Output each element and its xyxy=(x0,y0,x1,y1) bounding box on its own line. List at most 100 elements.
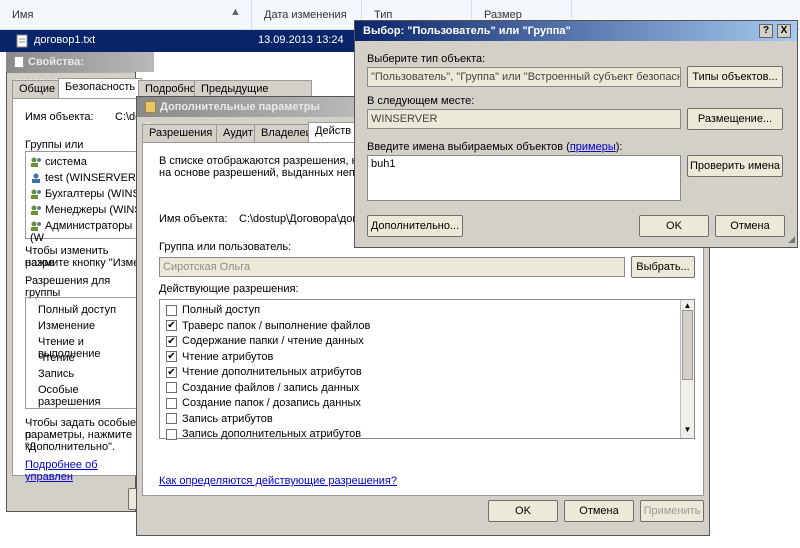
tab-effective[interactable]: Действ xyxy=(308,122,359,142)
effective-permission-row: Создание папок / дозапись данных xyxy=(166,397,361,409)
properties-titlebar-ext[interactable]: Свойства: договор1.txt xyxy=(6,52,154,88)
location-label: В следующем месте: xyxy=(367,95,475,107)
adv-apply-button[interactable]: Применить xyxy=(640,500,704,522)
properties-security-panel: Имя объекта: C:\do Группы или пользовате… xyxy=(12,98,143,483)
help-effective-link[interactable]: Как определяются действующие разрешения? xyxy=(159,475,397,487)
close-icon[interactable]: X xyxy=(777,24,791,38)
users-icon xyxy=(30,157,42,168)
file-date: 13.09.2013 13:24 xyxy=(258,34,344,46)
help-icon[interactable]: ? xyxy=(759,24,773,38)
effective-permission-row: Запись дополнительных атрибутов xyxy=(166,428,361,440)
adv-cancel-button[interactable]: Отмена xyxy=(564,500,634,522)
object-types-button[interactable]: Типы объектов... xyxy=(687,66,783,88)
perm-item: Запись xyxy=(38,368,75,380)
permission-checkbox xyxy=(166,428,177,440)
select-user-button[interactable]: Выбрать... xyxy=(631,256,695,278)
select-user-dialog: Выбор: "Пользователь" или "Группа" ? X В… xyxy=(354,20,798,248)
permission-checkbox: ✔ xyxy=(166,366,177,378)
perms-list: Полный доступ Изменение Чтение и выполне… xyxy=(25,297,143,409)
info-line-1: В списке отображаются разрешения, кот xyxy=(159,155,368,167)
permission-label: Запись атрибутов xyxy=(182,412,273,425)
more-info-link[interactable]: Подробнее об управлен xyxy=(25,459,140,483)
resize-grip-icon[interactable]: ◢ xyxy=(788,234,795,245)
change-hint-2: нажмите кнопку "Изме xyxy=(25,257,140,269)
effective-label: Действующие разрешения: xyxy=(159,283,299,295)
names-label: Введите имена выбираемых объектов (приме… xyxy=(367,141,623,153)
user-icon xyxy=(30,173,42,184)
users-icon xyxy=(30,221,42,232)
effective-permissions-list: Полный доступ ✔ Траверс папок / выполнение… xyxy=(159,299,695,440)
effective-permission-row: ✔ Траверс папок / выполнение файлов xyxy=(166,320,370,332)
permission-label: Создание папок / дозапись данных xyxy=(182,397,361,409)
examples-link[interactable]: примеры xyxy=(570,141,616,153)
permission-checkbox xyxy=(166,382,177,394)
advanced-titlebar[interactable]: Дополнительные параметры безопа xyxy=(137,97,357,133)
permission-label: Чтение дополнительных атрибутов xyxy=(182,366,362,378)
permission-label: Траверс папок / выполнение файлов xyxy=(182,319,371,332)
effective-permission-row: ✔ Содержание папки / чтение данных xyxy=(166,335,364,347)
permissions-scrollbar[interactable]: ▲ ▼ xyxy=(680,300,694,438)
permission-checkbox: ✔ xyxy=(166,335,177,347)
perms-label: Разрешения для группы xyxy=(25,275,111,299)
group-input: Сиротская Ольга xyxy=(159,257,625,277)
column-date[interactable]: Дата изменения xyxy=(252,0,362,30)
file-row-selected[interactable]: договор1.txt 13.09.2013 13:24 xyxy=(0,30,360,52)
permission-label: Полный доступ xyxy=(182,304,261,316)
user-item[interactable]: Менеджеры (WINS xyxy=(30,204,142,216)
scroll-thumb[interactable] xyxy=(682,310,693,380)
perm-item: Изменение xyxy=(38,320,96,332)
column-name[interactable]: Имя xyxy=(0,0,252,30)
object-label: Имя объекта: xyxy=(25,111,94,123)
adv-ok-button[interactable]: OK xyxy=(488,500,558,522)
user-item[interactable]: test (WINSERVER\ xyxy=(30,172,139,184)
folder-icon xyxy=(145,101,156,114)
advanced-button[interactable]: Дополнительно... xyxy=(367,215,463,237)
perm-item: Чтение xyxy=(38,352,75,364)
info-line-2: на основе разрешений, выданных непоср xyxy=(159,167,373,179)
object-names-input[interactable] xyxy=(367,155,681,201)
effective-permission-row: Полный доступ xyxy=(166,304,260,316)
locations-button[interactable]: Размещение... xyxy=(687,108,783,130)
permission-checkbox xyxy=(166,304,177,316)
special-hint-3: "Дополнительно". xyxy=(25,441,116,453)
users-icon xyxy=(30,205,42,216)
effective-permission-row: ✔ Чтение дополнительных атрибутов xyxy=(166,366,362,378)
permission-checkbox: ✔ xyxy=(166,351,177,363)
user-item[interactable]: система xyxy=(30,156,87,168)
tab-general[interactable]: Общие xyxy=(12,80,63,98)
object-type-field: "Пользователь", "Группа" или "Встроенный… xyxy=(367,67,681,87)
file-icon xyxy=(16,34,28,51)
perm-item: Особые разрешения xyxy=(38,384,101,408)
select-title: Выбор: "Пользователь" или "Группа" xyxy=(363,25,571,37)
permission-checkbox: ✔ xyxy=(166,320,177,332)
effective-permission-row: Запись атрибутов xyxy=(166,413,273,425)
users-icon xyxy=(30,189,42,200)
permission-label: Создание файлов / запись данных xyxy=(182,381,360,394)
check-names-button[interactable]: Проверить имена xyxy=(687,155,783,177)
tab-permissions[interactable]: Разрешения xyxy=(142,124,220,142)
file-name: договор1.txt xyxy=(34,34,96,46)
users-list[interactable]: система test (WINSERVER\ Бухгалтеры (WIN… xyxy=(25,151,143,244)
permission-checkbox xyxy=(166,413,177,425)
file-icon xyxy=(14,56,24,69)
permission-label: Содержание папки / чтение данных xyxy=(182,335,364,347)
tab-security[interactable]: Безопасность xyxy=(58,78,143,98)
user-item[interactable]: Бухгалтеры (WINS xyxy=(30,188,140,200)
sort-arrow-icon: ▲ xyxy=(230,6,241,18)
adv-object-label: Имя объекта: xyxy=(159,213,228,225)
adv-object-value: C:\dostup\Договора\дог xyxy=(239,213,357,225)
type-label: Выберите тип объекта: xyxy=(367,53,486,65)
select-titlebar[interactable]: Выбор: "Пользователь" или "Группа" ? X xyxy=(355,21,797,41)
location-field: WINSERVER xyxy=(367,109,681,129)
effective-permission-row: Создание файлов / запись данных xyxy=(166,382,359,394)
user-item[interactable]: Администраторы (W xyxy=(30,220,143,244)
permission-label: Запись дополнительных атрибутов xyxy=(182,428,362,440)
scroll-down-icon[interactable]: ▼ xyxy=(682,425,693,437)
perm-item: Полный доступ xyxy=(38,304,117,316)
group-label: Группа или пользователь: xyxy=(159,241,292,253)
effective-permission-row: ✔ Чтение атрибутов xyxy=(166,351,273,363)
select-cancel-button[interactable]: Отмена xyxy=(715,215,785,237)
permission-label: Чтение атрибутов xyxy=(182,350,274,363)
permission-checkbox xyxy=(166,397,177,409)
select-ok-button[interactable]: OK xyxy=(639,215,709,237)
